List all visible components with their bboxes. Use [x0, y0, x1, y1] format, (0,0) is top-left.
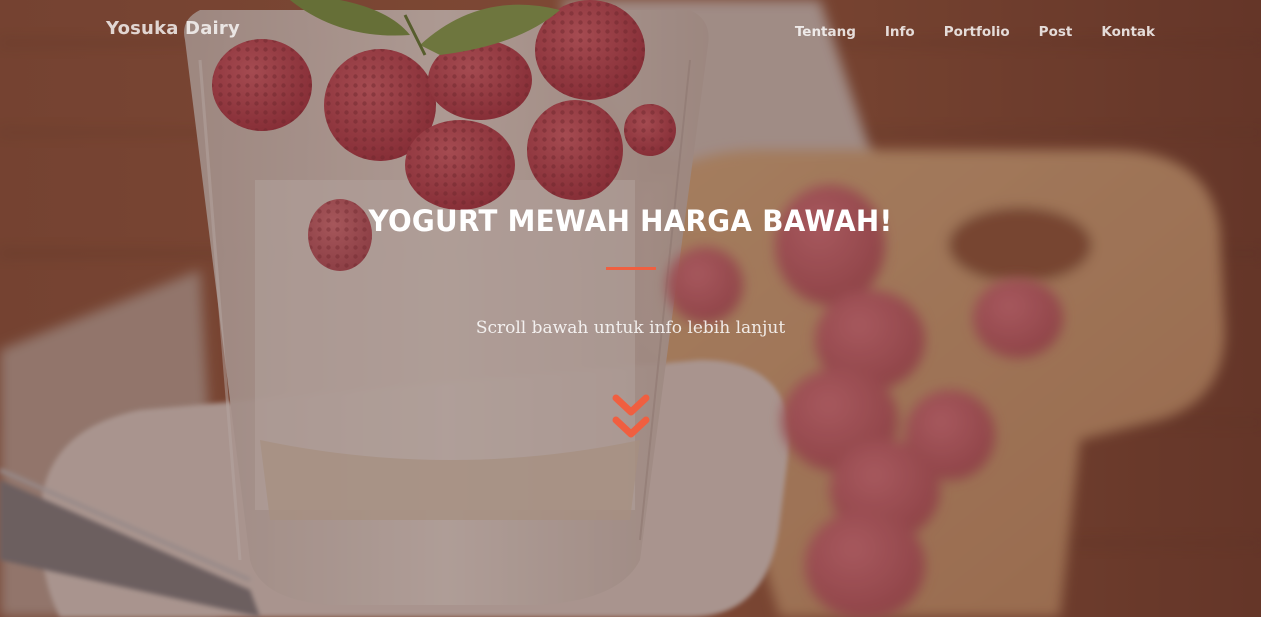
nav-link-kontak[interactable]: Kontak — [1101, 24, 1155, 40]
brand-logo-link[interactable]: Yosuka Dairy — [106, 18, 240, 39]
hero-dark-overlay — [0, 0, 1261, 617]
top-navbar: Yosuka Dairy Tentang Info Portfolio Post… — [0, 0, 1261, 60]
double-chevron-down-icon — [612, 394, 650, 438]
hero-heading: YOGURT MEWAH HARGA BAWAH! — [368, 204, 893, 238]
nav-link-info[interactable]: Info — [885, 24, 915, 40]
nav-menu: Tentang Info Portfolio Post Kontak — [766, 21, 1155, 40]
hero-divider — [606, 267, 656, 270]
nav-link-portfolio[interactable]: Portfolio — [944, 24, 1010, 40]
nav-item-tentang: Tentang — [795, 21, 856, 40]
nav-link-tentang[interactable]: Tentang — [795, 24, 856, 40]
nav-item-post: Post — [1039, 21, 1073, 40]
nav-item-info: Info — [885, 21, 915, 40]
nav-item-kontak: Kontak — [1101, 21, 1155, 40]
nav-item-portfolio: Portfolio — [944, 21, 1010, 40]
hero-section: Yosuka Dairy Tentang Info Portfolio Post… — [0, 0, 1261, 617]
hero-subtitle: Scroll bawah untuk info lebih lanjut — [475, 318, 786, 338]
scroll-down-button[interactable] — [608, 392, 654, 446]
nav-link-post[interactable]: Post — [1039, 24, 1073, 40]
